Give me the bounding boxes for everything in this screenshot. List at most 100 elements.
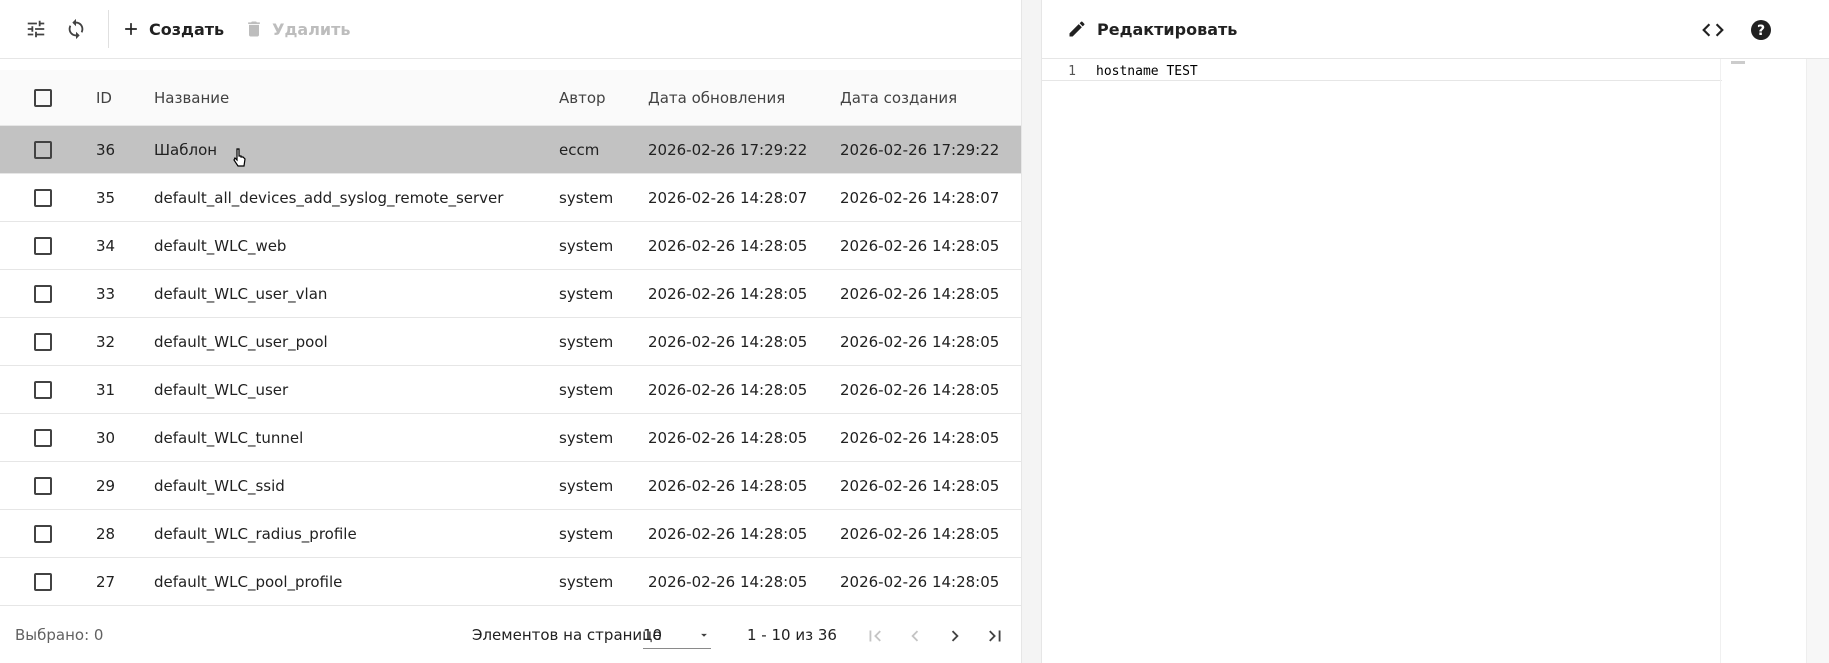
row-name: default_WLC_radius_profile	[154, 524, 357, 543]
table-footer: Выбрано: 0 Элементов на странице 10 1 - …	[0, 609, 1021, 661]
row-created: 2026-02-26 14:28:05	[840, 428, 1000, 447]
row-updated: 2026-02-26 14:28:05	[648, 332, 808, 351]
filter-settings-button[interactable]	[18, 11, 54, 47]
editor-scrollbar[interactable]	[1806, 59, 1829, 663]
editor-header-actions: ?	[1695, 12, 1779, 48]
row-checkbox-cell	[0, 572, 96, 591]
row-created: 2026-02-26 14:28:05	[840, 524, 1000, 543]
row-created: 2026-02-26 14:28:05	[840, 476, 1000, 495]
table-row[interactable]: 27 default_WLC_pool_profile system 2026-…	[0, 558, 1021, 606]
row-checkbox[interactable]	[34, 140, 52, 159]
table-row[interactable]: 36 Шаблон eccm 2026-02-26 17:29:22 2026-…	[0, 126, 1021, 174]
row-updated: 2026-02-26 14:28:05	[648, 284, 808, 303]
code-view-button[interactable]	[1695, 12, 1731, 48]
row-checkbox-cell	[0, 332, 96, 351]
row-updated: 2026-02-26 14:28:05	[648, 380, 808, 399]
row-checkbox-cell	[0, 284, 96, 303]
code-editor[interactable]: 1 hostname TEST	[1042, 59, 1829, 663]
row-author: system	[559, 380, 614, 399]
prev-page-button[interactable]	[898, 619, 932, 653]
header-updated[interactable]: Дата обновления	[648, 89, 840, 107]
row-author: system	[559, 236, 614, 255]
next-page-button[interactable]	[938, 619, 972, 653]
next-page-icon	[951, 630, 959, 642]
row-updated: 2026-02-26 14:28:05	[648, 428, 808, 447]
table-row[interactable]: 29 default_WLC_ssid system 2026-02-26 14…	[0, 462, 1021, 510]
first-page-button[interactable]	[858, 619, 892, 653]
header-created[interactable]: Дата создания	[840, 89, 1021, 107]
editor-header: Редактировать ?	[1042, 0, 1829, 59]
row-checkbox[interactable]	[34, 284, 52, 303]
row-updated: 2026-02-26 14:28:07	[648, 188, 808, 207]
row-created: 2026-02-26 14:28:05	[840, 380, 1000, 399]
header-id[interactable]: ID	[96, 89, 154, 107]
selected-count: Выбрано: 0	[15, 626, 104, 644]
code-icon	[1702, 23, 1724, 37]
dropdown-arrow-icon	[701, 633, 707, 637]
row-author: eccm	[559, 140, 600, 159]
table-row[interactable]: 31 default_WLC_user system 2026-02-26 14…	[0, 366, 1021, 414]
row-created: 2026-02-26 14:28:05	[840, 236, 1000, 255]
plus-icon	[125, 23, 137, 35]
row-checkbox[interactable]	[34, 380, 52, 399]
toolbar-separator	[108, 10, 109, 48]
refresh-button[interactable]	[58, 11, 94, 47]
code-line[interactable]: 1 hostname TEST	[1042, 63, 1722, 81]
table-row[interactable]: 35 default_all_devices_add_syslog_remote…	[0, 174, 1021, 222]
create-button[interactable]: Создать	[121, 19, 224, 39]
help-button[interactable]: ?	[1743, 12, 1779, 48]
row-checkbox[interactable]	[34, 188, 52, 207]
row-checkbox[interactable]	[34, 428, 52, 447]
row-name: Шаблон	[154, 140, 218, 159]
line-content: hostname TEST	[1096, 64, 1198, 79]
row-name: default_WLC_pool_profile	[154, 572, 343, 591]
row-name: default_all_devices_add_syslog_remote_se…	[154, 188, 504, 207]
row-checkbox[interactable]	[34, 524, 52, 543]
row-checkbox-cell	[0, 380, 96, 399]
delete-button-label: Удалить	[272, 19, 351, 39]
line-number: 1	[1068, 64, 1076, 79]
table-row[interactable]: 30 default_WLC_tunnel system 2026-02-26 …	[0, 414, 1021, 462]
row-id: 36	[96, 140, 116, 159]
page-size-select[interactable]: 10	[643, 621, 711, 649]
row-id: 31	[96, 380, 116, 399]
page-size-value: 10	[643, 625, 663, 644]
row-created: 2026-02-26 14:28:05	[840, 572, 1000, 591]
row-id: 29	[96, 476, 116, 495]
app-root: Создать Удалить ID Название Автор Дата о…	[0, 0, 1829, 663]
pane-splitter[interactable]	[1021, 0, 1042, 663]
row-checkbox[interactable]	[34, 332, 52, 351]
header-author[interactable]: Автор	[559, 89, 648, 107]
row-id: 34	[96, 236, 116, 255]
delete-button[interactable]: Удалить	[244, 19, 351, 39]
row-checkbox[interactable]	[34, 476, 52, 495]
row-updated: 2026-02-26 14:28:05	[648, 476, 808, 495]
row-checkbox-cell	[0, 476, 96, 495]
row-created: 2026-02-26 17:29:22	[840, 140, 1000, 159]
table-row[interactable]: 28 default_WLC_radius_profile system 202…	[0, 510, 1021, 558]
row-checkbox[interactable]	[34, 236, 52, 255]
last-page-icon	[989, 630, 1001, 642]
cursor-icon	[233, 148, 246, 167]
row-checkbox[interactable]	[34, 572, 52, 591]
pencil-icon	[1069, 21, 1085, 37]
row-created: 2026-02-26 14:28:07	[840, 188, 1000, 207]
row-name: default_WLC_tunnel	[154, 428, 304, 447]
header-checkbox-cell	[0, 88, 96, 107]
row-id: 33	[96, 284, 116, 303]
table-row[interactable]: 34 default_WLC_web system 2026-02-26 14:…	[0, 222, 1021, 270]
first-page-icon	[869, 630, 881, 642]
table-row[interactable]: 33 default_WLC_user_vlan system 2026-02-…	[0, 270, 1021, 318]
code-minimap[interactable]	[1720, 59, 1806, 663]
select-all-checkbox[interactable]	[34, 88, 52, 107]
edit-button[interactable]: Редактировать	[1067, 19, 1237, 39]
row-updated: 2026-02-26 14:28:05	[648, 572, 808, 591]
row-checkbox-cell	[0, 188, 96, 207]
svg-text:?: ?	[1757, 23, 1765, 39]
page-size-label: Элементов на странице	[472, 626, 662, 644]
create-button-label: Создать	[149, 19, 225, 39]
header-name[interactable]: Название	[154, 89, 559, 107]
last-page-button[interactable]	[978, 619, 1012, 653]
row-name: default_WLC_user_pool	[154, 332, 328, 351]
table-row[interactable]: 32 default_WLC_user_pool system 2026-02-…	[0, 318, 1021, 366]
